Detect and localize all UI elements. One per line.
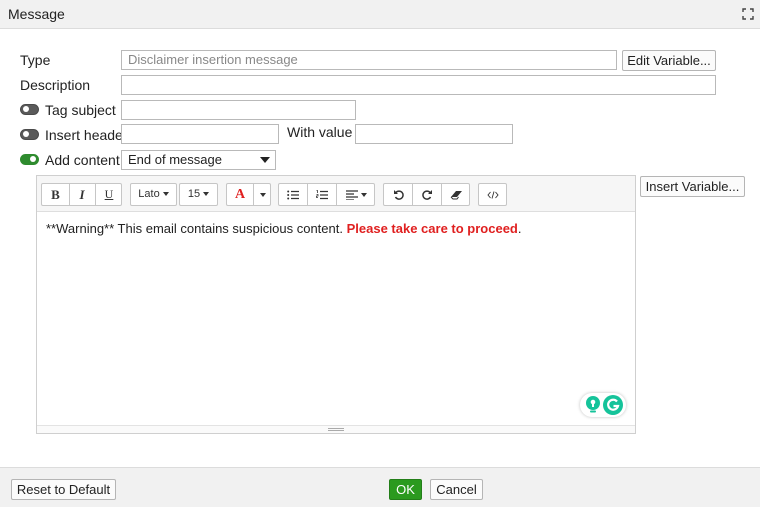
description-label: Description bbox=[20, 77, 91, 93]
unordered-list-button[interactable] bbox=[279, 184, 307, 205]
bulb-icon bbox=[586, 396, 600, 413]
grammarly-icon bbox=[603, 395, 623, 415]
underline-button[interactable]: U bbox=[96, 184, 122, 205]
italic-button[interactable]: I bbox=[69, 184, 95, 205]
text-color-group: A bbox=[226, 183, 271, 206]
editor-content[interactable]: **Warning** This email contains suspicio… bbox=[46, 221, 522, 236]
reset-default-button[interactable]: Reset to Default bbox=[11, 479, 116, 500]
header-value-input[interactable] bbox=[355, 124, 513, 144]
text-color-dropdown[interactable] bbox=[254, 184, 271, 205]
grip-icon bbox=[328, 428, 344, 431]
chevron-down-icon bbox=[360, 192, 367, 197]
align-dropdown[interactable] bbox=[337, 184, 375, 205]
chevron-down-icon bbox=[259, 192, 266, 197]
chevron-down-icon bbox=[203, 192, 210, 197]
description-input[interactable] bbox=[121, 75, 716, 95]
editor-resize-handle[interactable] bbox=[37, 425, 635, 433]
bullet-list-icon bbox=[287, 190, 299, 200]
ok-button[interactable]: OK bbox=[389, 479, 422, 500]
type-label: Type bbox=[20, 52, 51, 68]
bold-button[interactable]: B bbox=[42, 184, 69, 205]
code-icon bbox=[486, 191, 499, 199]
numbered-list-icon bbox=[316, 189, 328, 199]
clear-format-button[interactable] bbox=[442, 184, 470, 205]
font-size-value: 15 bbox=[187, 188, 201, 200]
warning-text: **Warning** This email contains suspicio… bbox=[46, 221, 343, 236]
insert-variable-button[interactable]: Insert Variable... bbox=[640, 176, 745, 197]
expand-icon[interactable] bbox=[742, 8, 754, 20]
grammarly-widget[interactable] bbox=[580, 393, 626, 417]
content-position-value: End of message bbox=[128, 152, 222, 167]
font-family-value: Lato bbox=[138, 188, 160, 200]
redo-icon bbox=[421, 190, 432, 201]
add-content-label: Add content bbox=[45, 152, 120, 168]
tag-subject-input[interactable] bbox=[121, 100, 356, 120]
font-family-dropdown[interactable]: Lato bbox=[130, 183, 177, 206]
history-group bbox=[383, 183, 470, 206]
insert-header-label: Insert header bbox=[45, 127, 128, 143]
with-value-label: With value bbox=[287, 124, 353, 140]
cancel-button[interactable]: Cancel bbox=[430, 479, 483, 500]
ordered-list-button[interactable] bbox=[308, 184, 336, 205]
dialog-footer: Reset to Default OK Cancel bbox=[0, 467, 760, 507]
content-position-select[interactable]: End of message bbox=[121, 150, 276, 170]
dialog-title: Message bbox=[8, 6, 65, 22]
add-content-toggle[interactable] bbox=[20, 154, 39, 165]
dialog-titlebar: Message bbox=[0, 0, 760, 29]
editor-toolbar: B I U Lato 15 A bbox=[37, 176, 635, 212]
paragraph-group bbox=[278, 183, 375, 206]
chevron-down-icon bbox=[260, 157, 270, 163]
type-input[interactable]: Disclaimer insertion message bbox=[121, 50, 617, 70]
insert-header-input[interactable] bbox=[121, 124, 279, 144]
insert-header-toggle[interactable] bbox=[20, 129, 39, 140]
eraser-icon bbox=[450, 190, 462, 200]
text-style-group: B I U bbox=[41, 183, 122, 206]
tag-subject-label: Tag subject bbox=[45, 102, 116, 118]
font-size-dropdown[interactable]: 15 bbox=[179, 183, 218, 206]
rich-text-editor: B I U Lato 15 A **Warning** This email c… bbox=[36, 175, 636, 434]
align-left-icon bbox=[345, 190, 358, 201]
tag-subject-toggle[interactable] bbox=[20, 104, 39, 115]
edit-variable-button[interactable]: Edit Variable... bbox=[622, 50, 716, 71]
undo-icon bbox=[393, 190, 404, 201]
chevron-down-icon bbox=[162, 192, 169, 197]
warning-highlight-text: Please take care to proceed bbox=[346, 221, 518, 236]
warning-text-end: . bbox=[517, 221, 522, 236]
redo-button[interactable] bbox=[413, 184, 441, 205]
code-view-button[interactable] bbox=[478, 183, 507, 206]
text-color-button[interactable]: A bbox=[227, 184, 253, 205]
undo-button[interactable] bbox=[384, 184, 412, 205]
